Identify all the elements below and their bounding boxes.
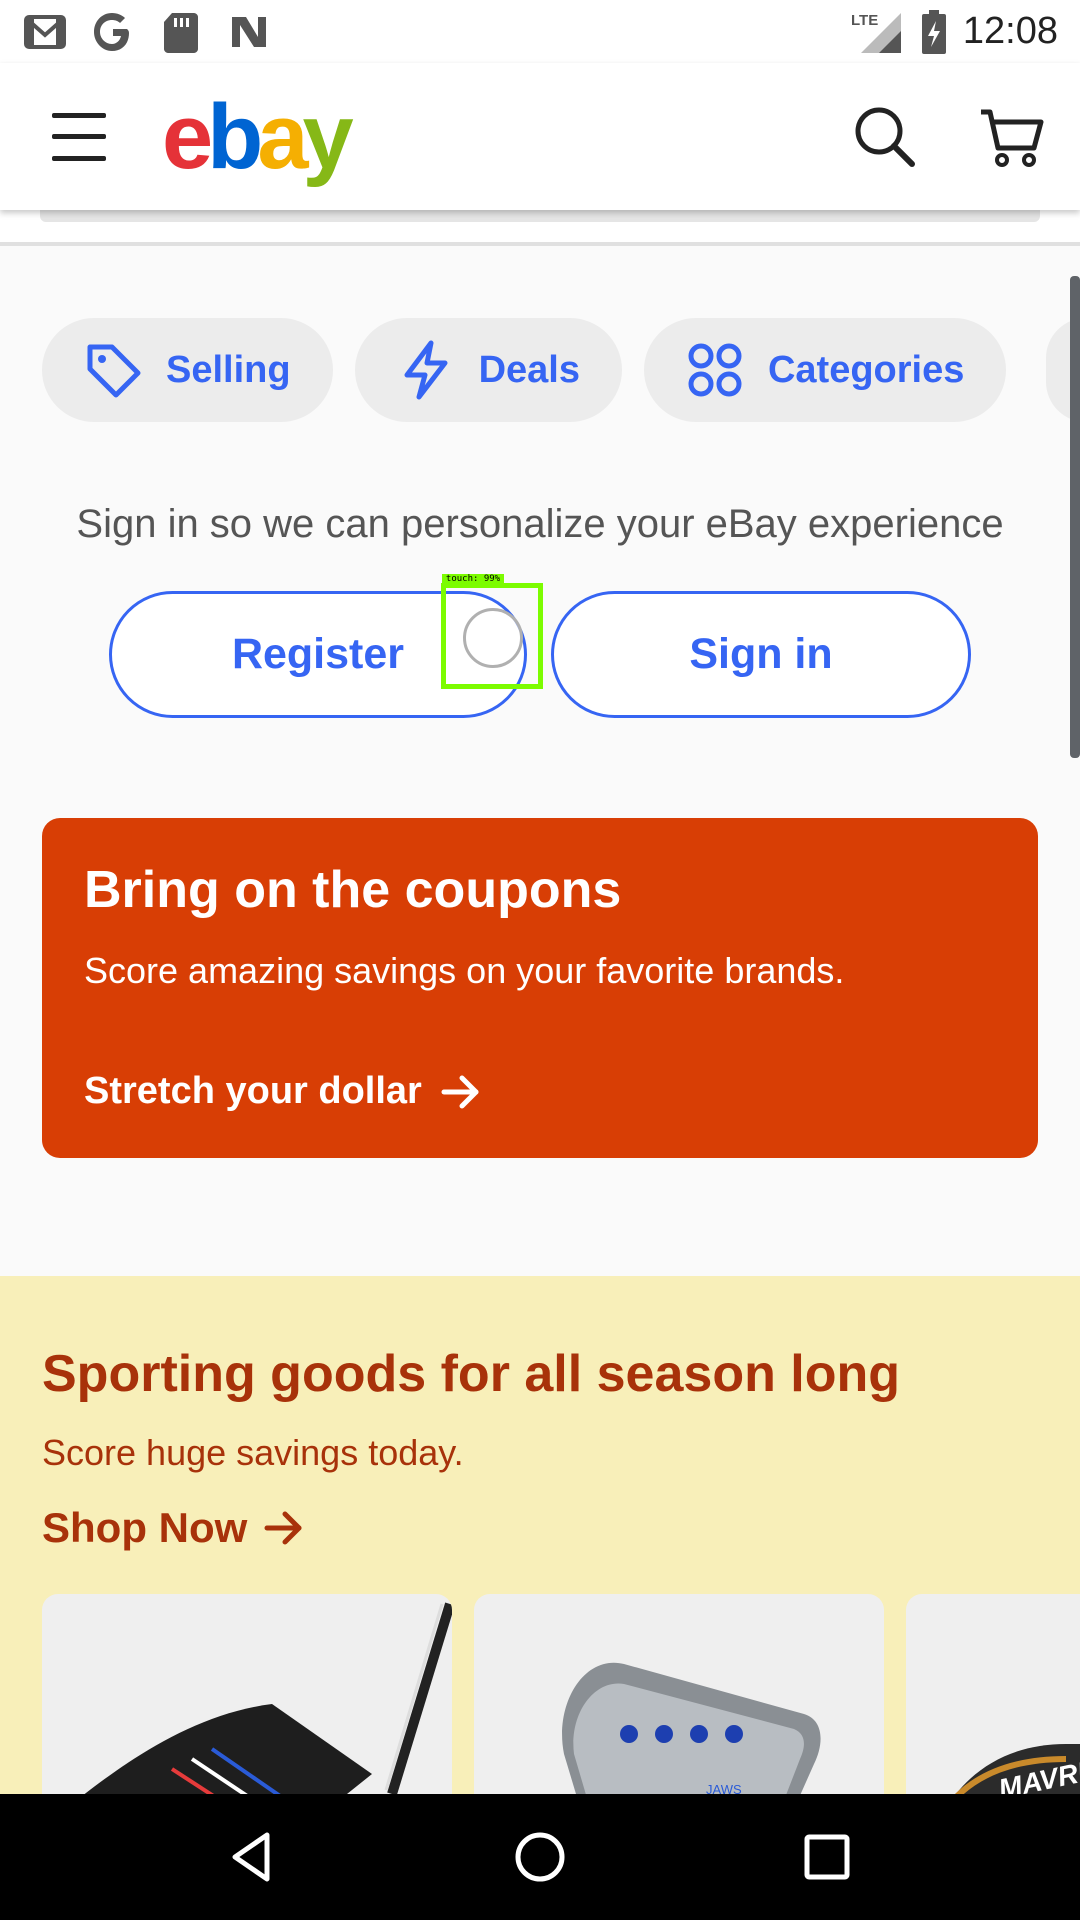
coupon-cta-link[interactable]: Stretch your dollar	[84, 1070, 482, 1113]
back-icon[interactable]	[223, 1827, 283, 1887]
app-header: ebay	[0, 63, 1080, 210]
battery-icon	[921, 9, 946, 54]
wedge-brand-text: JAWS	[706, 1782, 742, 1794]
logo-letter-y: y	[302, 85, 354, 188]
shop-now-link[interactable]: Shop Now	[42, 1504, 305, 1552]
search-icon[interactable]	[852, 104, 918, 170]
status-bar: LTE 12:08	[0, 0, 1080, 63]
chip-categories-label: Categories	[767, 348, 965, 391]
lte-signal-icon: LTE	[851, 12, 901, 53]
logo-letter-b: b	[207, 85, 263, 188]
wedge-image: JAWS	[562, 1662, 821, 1794]
chip-deals[interactable]: Deals	[354, 318, 622, 422]
sporting-goods-section: Sporting goods for all season long Score…	[0, 1276, 1080, 1794]
product-card-putter[interactable]	[42, 1594, 452, 1794]
coupon-subtitle: Score amazing savings on your favorite b…	[84, 950, 845, 991]
logo-letter-a: a	[257, 85, 308, 188]
recents-icon[interactable]	[797, 1827, 857, 1887]
cart-icon[interactable]	[978, 104, 1044, 170]
collapsed-search-bar[interactable]	[40, 210, 1040, 222]
sd-card-icon	[164, 12, 198, 53]
coupon-banner[interactable]: Bring on the coupons Score amazing savin…	[42, 818, 1038, 1158]
product-carousel[interactable]: JAWS MAVRIK	[42, 1594, 1080, 1794]
notification-icons	[22, 9, 272, 55]
sporting-subtitle: Score huge savings today.	[42, 1432, 464, 1473]
menu-icon[interactable]	[44, 107, 114, 167]
coupon-cta-label: Stretch your dollar	[84, 1070, 422, 1112]
signin-button[interactable]: Sign in	[551, 591, 971, 718]
google-icon	[94, 12, 129, 51]
chip-deals-label: Deals	[478, 348, 580, 391]
logo-letter-e: e	[162, 85, 213, 188]
network-type: LTE	[851, 12, 878, 29]
chip-selling-label: Selling	[166, 348, 291, 391]
shop-now-label: Shop Now	[42, 1504, 248, 1551]
tag-icon	[87, 344, 141, 398]
sporting-title: Sporting goods for all season long	[42, 1345, 901, 1403]
arrow-right-icon	[441, 1075, 479, 1108]
chip-selling[interactable]: Selling	[42, 318, 333, 422]
news-icon	[232, 16, 266, 47]
ebay-logo[interactable]: ebay	[162, 91, 354, 183]
arrow-right-icon	[264, 1511, 302, 1545]
lightning-icon	[404, 340, 448, 400]
home-feed[interactable]: Selling Deals Categories Sign in so we c…	[0, 246, 1080, 1794]
status-time: 12:08	[962, 10, 1058, 52]
product-card-wedge[interactable]: JAWS	[474, 1594, 884, 1794]
home-icon[interactable]	[510, 1827, 570, 1887]
touch-indicator-box	[441, 583, 543, 689]
putter-image	[84, 1602, 452, 1794]
system-nav-bar	[0, 1794, 1080, 1920]
coupon-title: Bring on the coupons	[84, 861, 622, 919]
product-card-driver[interactable]: MAVRIK	[906, 1594, 1080, 1794]
quick-links: Selling Deals Categories	[42, 318, 1007, 422]
driver-image: MAVRIK	[955, 1744, 1080, 1794]
scrollbar[interactable]	[1070, 276, 1080, 758]
grid-icon	[688, 343, 742, 397]
gmail-icon	[24, 14, 66, 49]
chip-categories[interactable]: Categories	[643, 318, 1007, 422]
signin-prompt: Sign in so we can personalize your eBay …	[76, 502, 1004, 546]
